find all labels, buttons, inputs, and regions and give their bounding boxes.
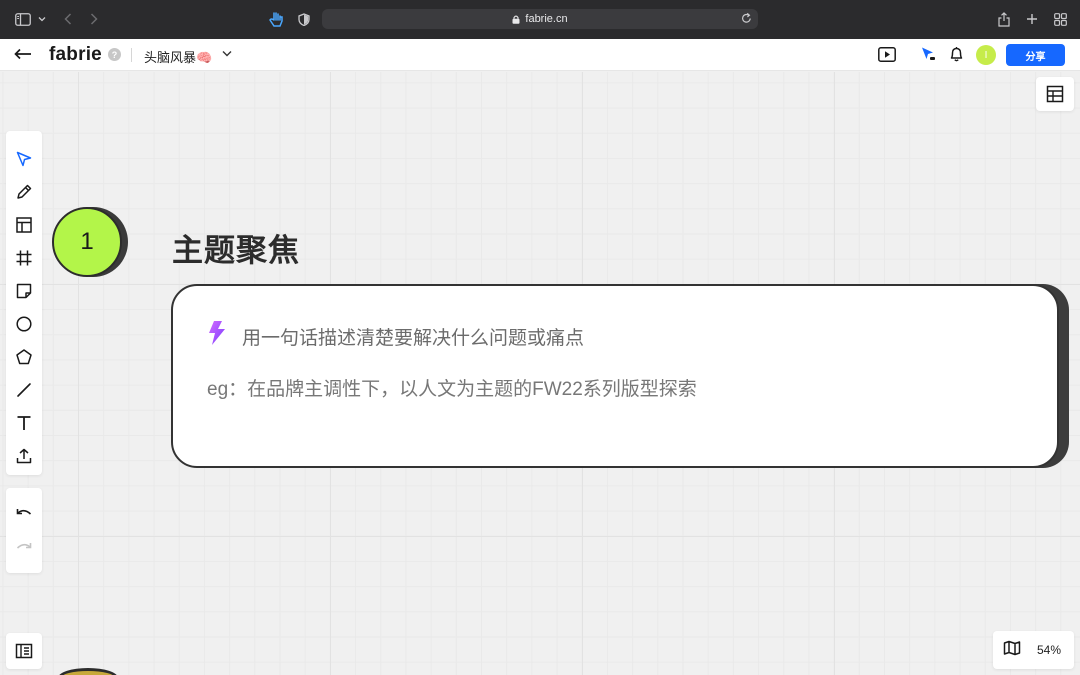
share-button[interactable]: 分享 [1006, 44, 1065, 66]
browser-toolbar: fabrie.cn [0, 0, 1080, 39]
chevron-down-icon[interactable] [36, 9, 48, 29]
table-icon[interactable] [1036, 77, 1074, 111]
header-divider [131, 48, 132, 62]
upload-tool-icon[interactable] [12, 444, 36, 468]
url-text: fabrie.cn [525, 13, 568, 25]
polygon-tool-icon[interactable] [12, 345, 36, 369]
url-bar[interactable]: fabrie.cn [322, 9, 758, 29]
lock-icon [512, 15, 520, 24]
forward-nav-icon[interactable] [86, 9, 102, 29]
bell-icon[interactable] [949, 46, 964, 62]
card-prompt-text[interactable]: 用一句话描述清楚要解决什么问题或痛点 [242, 323, 584, 350]
history-toolbar [6, 488, 42, 573]
pen-tool-icon[interactable] [12, 180, 36, 204]
fabrie-logo[interactable]: fabrie [49, 44, 102, 66]
map-icon[interactable] [1003, 640, 1021, 661]
privacy-shield-icon[interactable] [296, 9, 312, 29]
help-icon[interactable]: ? [108, 48, 121, 61]
circle-tool-icon[interactable] [12, 312, 36, 336]
board-title[interactable]: 头脑风暴🧠 [144, 47, 212, 66]
undo-icon[interactable] [12, 502, 36, 526]
zoom-control[interactable]: 54% [993, 631, 1074, 669]
layers-panel-icon[interactable] [6, 633, 42, 669]
bolt-icon [205, 320, 229, 351]
sidebar-toggle-icon[interactable] [14, 9, 32, 29]
step-number-badge[interactable]: 1 [52, 207, 122, 277]
select-tool-icon[interactable] [12, 147, 36, 171]
frame-tool-icon[interactable] [12, 246, 36, 270]
reload-icon[interactable] [741, 12, 752, 27]
card-example-text[interactable]: eg：在品牌主调性下，以人文为主题的FW22系列版型探索 [207, 374, 697, 401]
extension-hand-icon[interactable] [267, 9, 285, 29]
new-tab-icon[interactable] [1024, 9, 1040, 29]
avatar[interactable]: I [976, 45, 996, 65]
text-tool-icon[interactable] [12, 411, 36, 435]
app-header: fabrie ? 头脑风暴🧠 I 分享 [0, 39, 1080, 71]
template-tool-icon[interactable] [12, 213, 36, 237]
left-toolbar [6, 131, 42, 475]
cursor-icon[interactable] [920, 46, 936, 62]
share-sheet-icon[interactable] [996, 9, 1012, 29]
zoom-level[interactable]: 54% [1037, 643, 1061, 657]
arrow-left-icon[interactable] [14, 47, 32, 61]
chevron-down-icon[interactable] [222, 50, 232, 57]
tab-overview-icon[interactable] [1051, 9, 1069, 29]
redo-icon[interactable] [12, 536, 36, 560]
back-nav-icon[interactable] [60, 9, 76, 29]
section-title[interactable]: 主题聚焦 [172, 225, 300, 270]
sticky-note-tool-icon[interactable] [12, 279, 36, 303]
present-icon[interactable] [878, 47, 896, 62]
line-tool-icon[interactable] [12, 378, 36, 402]
